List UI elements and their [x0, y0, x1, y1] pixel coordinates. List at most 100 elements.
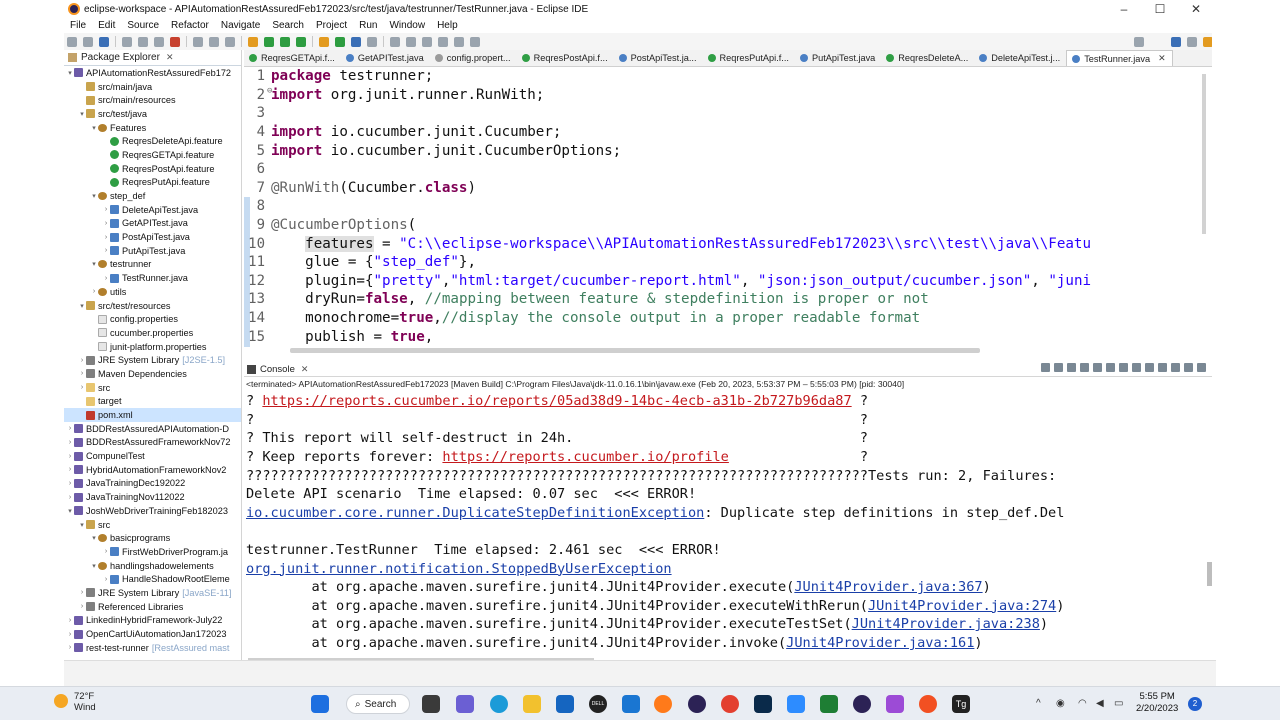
editor-tab[interactable]: GetAPITest.java [341, 50, 430, 66]
step-into-icon[interactable] [193, 36, 203, 47]
tree-item[interactable]: pom.xml [64, 408, 241, 422]
console-hyperlink[interactable]: JUnit4Provider.java:367 [794, 579, 982, 595]
expand-toggle-icon[interactable]: › [102, 220, 110, 227]
eclipse-active-icon[interactable] [853, 695, 871, 713]
step-over-icon[interactable] [209, 36, 219, 47]
tree-item[interactable]: ▾ JoshWebDriverTrainingFeb182023 [64, 504, 241, 518]
tree-item[interactable]: › utils [64, 285, 241, 299]
resume-icon[interactable] [138, 36, 148, 47]
tree-item[interactable]: cucumber.properties [64, 326, 241, 340]
taskbar-search[interactable]: ⌕ Search [346, 694, 410, 714]
terminal-icon[interactable] [754, 695, 772, 713]
open-type-icon[interactable] [367, 36, 377, 47]
word-wrap-icon[interactable] [1119, 363, 1128, 372]
show-hidden-icons[interactable]: ^ [1036, 698, 1047, 709]
tree-item[interactable]: › CompunelTest [64, 449, 241, 463]
annotation-next-icon[interactable] [406, 36, 416, 47]
expand-toggle-icon[interactable]: ▾ [66, 507, 74, 515]
expand-toggle-icon[interactable]: ▾ [78, 302, 86, 310]
tg-app-icon[interactable]: Tg [952, 695, 970, 713]
expand-toggle-icon[interactable]: ▾ [66, 69, 74, 77]
fold-marker-icon[interactable]: ⊖ [267, 86, 272, 96]
editor-tab[interactable]: config.propert... [430, 50, 517, 66]
chrome-icon[interactable] [721, 695, 739, 713]
recorder-icon[interactable] [919, 695, 937, 713]
view-menu-icon[interactable] [1171, 363, 1180, 372]
tree-item[interactable]: junit-platform.properties [64, 340, 241, 354]
expand-toggle-icon[interactable]: › [78, 603, 86, 610]
tree-item[interactable]: ▾ src [64, 518, 241, 532]
tree-item[interactable]: ▾ APIAutomationRestAssuredFeb172 [64, 66, 241, 80]
editor-vertical-scrollbar[interactable] [1202, 74, 1206, 234]
microphone-icon[interactable]: ◉ [1056, 698, 1067, 709]
expand-toggle-icon[interactable]: › [90, 288, 98, 295]
open-console-icon[interactable] [1158, 363, 1167, 372]
new-package-icon[interactable] [335, 36, 345, 47]
expand-toggle-icon[interactable]: › [102, 548, 110, 555]
clear-console-icon[interactable] [1093, 363, 1102, 372]
tree-item[interactable]: › JavaTrainingDec192022 [64, 477, 241, 491]
tree-item[interactable]: › JRE System Library [JavaSE-11] [64, 586, 241, 600]
tree-item[interactable]: › JavaTrainingNov112022 [64, 490, 241, 504]
console-hyperlink[interactable]: org.junit.runner.notification.StoppedByU… [246, 561, 672, 577]
run-icon[interactable] [264, 36, 274, 47]
tree-item[interactable]: › BDDRestAssuredAPIAutomation-D [64, 422, 241, 436]
tree-item[interactable]: › TestRunner.java [64, 271, 241, 285]
annotation-prev-icon[interactable] [422, 36, 432, 47]
tree-item[interactable]: ▾ step_def [64, 189, 241, 203]
dell-icon[interactable]: DELL [589, 695, 607, 713]
tree-item[interactable]: › BDDRestAssuredFrameworkNov72 [64, 436, 241, 450]
maximize-console-icon[interactable] [1197, 363, 1206, 372]
tree-item[interactable]: › HandleShadowRootEleme [64, 572, 241, 586]
tree-item[interactable]: ReqresPostApi.feature [64, 162, 241, 176]
console-hyperlink[interactable]: https://reports.cucumber.io/reports/05ad… [262, 393, 851, 409]
tree-item[interactable]: target [64, 395, 241, 409]
new-icon[interactable] [67, 36, 77, 47]
tree-item[interactable]: › Maven Dependencies [64, 367, 241, 381]
display-selected-console-icon[interactable] [1145, 363, 1154, 372]
back-icon[interactable] [438, 36, 448, 47]
editor-tab[interactable]: PutApiTest.java [795, 50, 881, 66]
editor-tab[interactable]: PostApiTest.ja... [614, 50, 703, 66]
tree-item[interactable]: ReqresPutApi.feature [64, 176, 241, 190]
dell-support-icon[interactable] [622, 695, 640, 713]
expand-toggle-icon[interactable]: › [78, 370, 86, 377]
expand-toggle-icon[interactable]: › [66, 453, 74, 460]
debug-icon[interactable] [248, 36, 258, 47]
console-output[interactable]: ? https://reports.cucumber.io/reports/05… [244, 392, 1206, 656]
expand-toggle-icon[interactable]: › [102, 206, 110, 213]
editor-tab[interactable]: DeleteApiTest.j... [974, 50, 1066, 66]
tree-item[interactable]: ▾ src/test/resources [64, 299, 241, 313]
editor-tab[interactable]: ReqresPostApi.f... [517, 50, 614, 66]
wifi-icon[interactable]: ◠ [1078, 698, 1089, 709]
tree-item[interactable]: › PutApiTest.java [64, 244, 241, 258]
close-tab-icon[interactable]: ✕ [1158, 53, 1166, 64]
new-class-icon[interactable] [351, 36, 361, 47]
console-hyperlink[interactable]: JUnit4Provider.java:238 [852, 616, 1040, 632]
minimize-button[interactable]: – [1106, 0, 1142, 18]
tree-item[interactable]: › Referenced Libraries [64, 600, 241, 614]
expand-toggle-icon[interactable]: › [102, 275, 110, 282]
expand-toggle-icon[interactable]: ▾ [90, 534, 98, 542]
close-console-icon[interactable]: ✕ [301, 364, 309, 375]
external-tools-icon[interactable] [296, 36, 306, 47]
store-icon[interactable] [556, 695, 574, 713]
tree-item[interactable]: src/main/java [64, 80, 241, 94]
terminate-console-icon[interactable] [1041, 363, 1050, 372]
tree-item[interactable]: ▾ basicprograms [64, 531, 241, 545]
volume-icon[interactable]: ◀ [1096, 698, 1107, 709]
code-area[interactable]: 1 package testrunner; 2 ⊖ import org.junit.r… [244, 67, 1200, 347]
tree-item[interactable]: ▾ testrunner [64, 258, 241, 272]
tree-item[interactable]: ▾ Features [64, 121, 241, 135]
expand-toggle-icon[interactable]: › [66, 480, 74, 487]
coverage-icon[interactable] [280, 36, 290, 47]
tree-item[interactable]: › PostApiTest.java [64, 230, 241, 244]
teams-chat-icon[interactable] [456, 695, 474, 713]
forward-icon[interactable] [454, 36, 464, 47]
console-hyperlink[interactable]: JUnit4Provider.java:274 [868, 598, 1056, 614]
tree-item[interactable]: src/main/resources [64, 93, 241, 107]
tree-item[interactable]: ReqresDeleteApi.feature [64, 134, 241, 148]
console-hyperlink[interactable]: JUnit4Provider.java:161 [786, 635, 974, 651]
windows-start-icon[interactable] [311, 695, 329, 713]
close-view-icon[interactable]: ✕ [166, 52, 174, 63]
